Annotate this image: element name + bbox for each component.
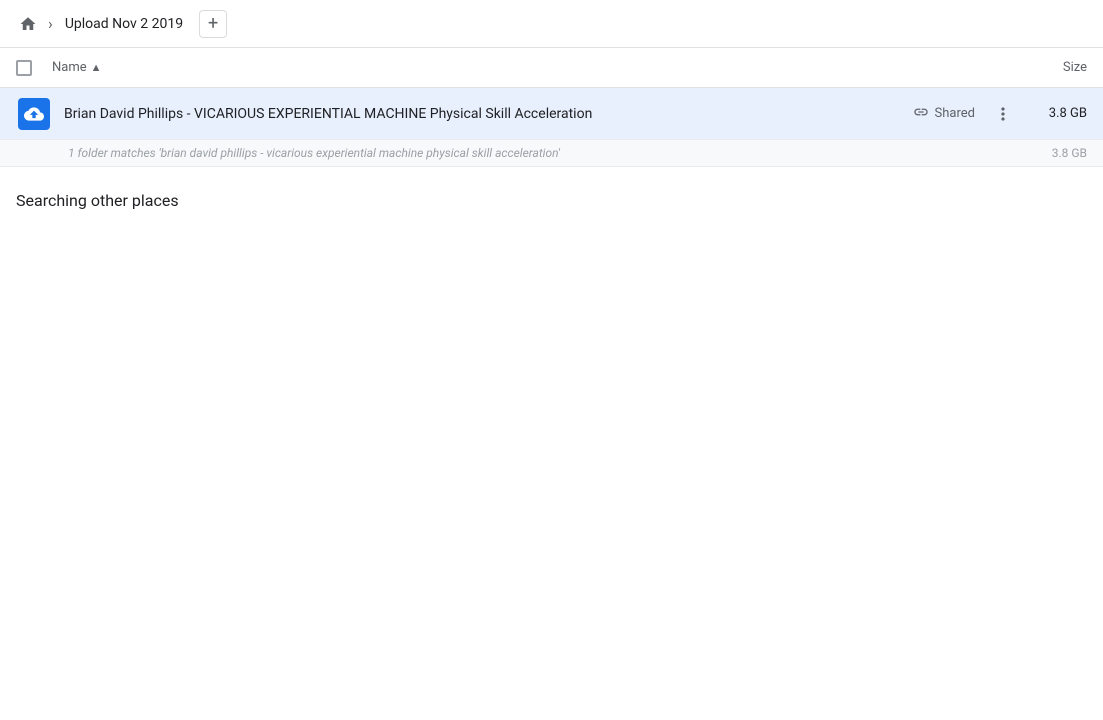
file-size: 3.8 GB bbox=[1027, 106, 1087, 121]
loading-indicator bbox=[187, 199, 203, 203]
add-button[interactable]: + bbox=[199, 10, 227, 38]
size-column-header: Size bbox=[1007, 60, 1087, 75]
sort-arrow-icon: ▲ bbox=[91, 61, 102, 74]
file-name: Brian David Phillips - VICARIOUS EXPERIE… bbox=[64, 106, 913, 122]
breadcrumb-title: Upload Nov 2 2019 bbox=[57, 12, 191, 36]
searching-row: Searching other places bbox=[0, 167, 1103, 234]
breadcrumb-separator: › bbox=[48, 14, 53, 33]
select-all-checkbox[interactable] bbox=[16, 60, 36, 76]
shared-area: Shared bbox=[913, 104, 975, 124]
column-header-row: Name ▲ Size bbox=[0, 48, 1103, 88]
link-icon bbox=[913, 104, 929, 124]
name-column-label: Name bbox=[52, 60, 87, 75]
folder-icon bbox=[18, 98, 50, 130]
file-icon-area bbox=[16, 98, 52, 130]
file-row[interactable]: Brian David Phillips - VICARIOUS EXPERIE… bbox=[0, 88, 1103, 140]
match-info-row: 1 folder matches 'brian david phillips -… bbox=[0, 140, 1103, 167]
match-description: 1 folder matches 'brian david phillips -… bbox=[68, 146, 1027, 160]
more-options-button[interactable] bbox=[987, 98, 1019, 130]
home-button[interactable] bbox=[12, 8, 44, 40]
searching-label: Searching other places bbox=[16, 191, 179, 210]
top-bar: › Upload Nov 2 2019 + bbox=[0, 0, 1103, 48]
name-column-header[interactable]: Name ▲ bbox=[52, 60, 1007, 75]
shared-label: Shared bbox=[935, 106, 975, 121]
match-size: 3.8 GB bbox=[1027, 146, 1087, 160]
